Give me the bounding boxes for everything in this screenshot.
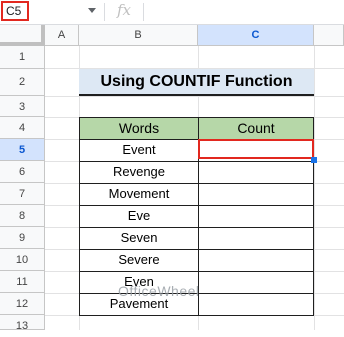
fill-handle[interactable] (311, 157, 317, 163)
fx-icon: fx (117, 1, 132, 19)
name-box[interactable]: C5 (1, 1, 29, 21)
row-header-5[interactable]: 5 (0, 139, 45, 161)
word-cell[interactable]: Seven (79, 227, 199, 250)
name-box-dropdown-icon[interactable] (88, 8, 96, 13)
active-cell-selection[interactable] (198, 139, 314, 159)
word-cell[interactable]: Revenge (79, 161, 199, 184)
count-cell[interactable] (198, 205, 314, 228)
column-header-a[interactable]: A (45, 25, 79, 46)
word-cell[interactable]: Severe (79, 249, 199, 272)
word-cell[interactable]: Event (79, 139, 199, 162)
row-header-2[interactable]: 2 (0, 69, 45, 96)
word-cell[interactable]: Movement (79, 183, 199, 206)
header-count[interactable]: Count (198, 117, 314, 140)
row-header-12[interactable]: 12 (0, 293, 45, 315)
row-header-8[interactable]: 8 (0, 205, 45, 227)
row-header-13[interactable]: 13 (0, 315, 45, 332)
row-header-6[interactable]: 6 (0, 161, 45, 183)
watermark-text: OfficeWheel (118, 283, 200, 299)
grid-line (314, 46, 315, 330)
row-header-1[interactable]: 1 (0, 46, 45, 69)
sheet-title[interactable]: Using COUNTIF Function (79, 69, 314, 96)
formula-bar-divider (104, 3, 105, 21)
header-words[interactable]: Words (79, 117, 199, 140)
row-header-3[interactable]: 3 (0, 96, 45, 117)
count-cell[interactable] (198, 161, 314, 184)
count-cell[interactable] (198, 227, 314, 250)
row-header-9[interactable]: 9 (0, 227, 45, 249)
formula-bar-divider-2 (143, 3, 144, 21)
column-header-b[interactable]: B (79, 25, 198, 46)
grid-line (45, 96, 344, 97)
row-header-7[interactable]: 7 (0, 183, 45, 205)
row-header-11[interactable]: 11 (0, 271, 45, 293)
column-header-c[interactable]: C (198, 25, 314, 46)
count-cell[interactable] (198, 293, 314, 316)
select-all-corner[interactable] (0, 25, 45, 46)
row-header-4[interactable]: 4 (0, 117, 45, 139)
formula-bar: C5 fx (0, 0, 344, 25)
count-cell[interactable] (198, 249, 314, 272)
count-cell[interactable] (198, 183, 314, 206)
word-cell[interactable]: Eve (79, 205, 199, 228)
column-header-d[interactable] (314, 25, 344, 46)
row-header-10[interactable]: 10 (0, 249, 45, 271)
count-cell[interactable] (198, 271, 314, 294)
